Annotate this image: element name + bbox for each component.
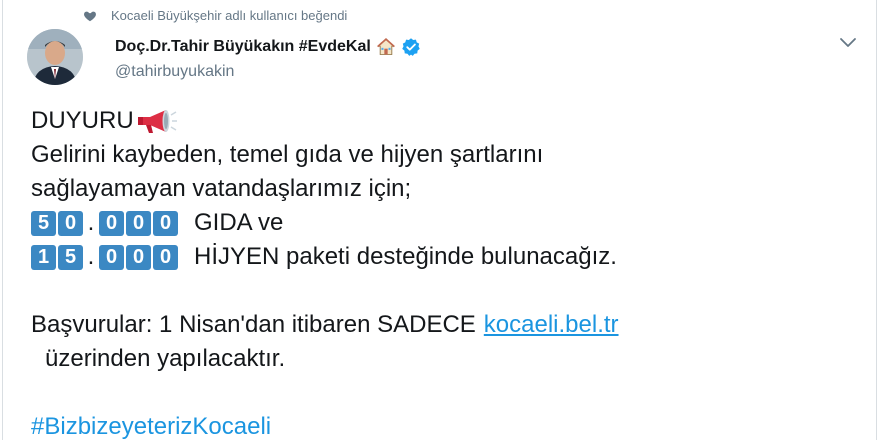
author-block: Doç.Dr.Tahir Büyükakın #EvdeKal @tahirbu… bbox=[115, 37, 421, 81]
keycap-digit: 0 bbox=[99, 210, 124, 236]
application-line: Başvurular: 1 Nisan'dan itibaren SADECE … bbox=[31, 308, 619, 342]
application-line-2: üzerinden yapılacaktır. bbox=[45, 345, 286, 372]
food-number-line: 5 0 . 0 0 0 GIDA ve bbox=[31, 206, 619, 240]
thousands-separator: . bbox=[87, 209, 95, 236]
keycap-digit: 0 bbox=[58, 210, 83, 236]
heart-icon bbox=[84, 11, 96, 21]
author-display-name[interactable]: Doç.Dr.Tahir Büyükakın #EvdeKal bbox=[115, 38, 371, 56]
social-context: Kocaeli Büyükşehir adlı kullanıcı beğend… bbox=[83, 8, 347, 23]
keycap-digit: 5 bbox=[31, 210, 56, 236]
keycap-number-50000: 5 0 . 0 0 0 bbox=[31, 209, 180, 236]
keycap-digit: 0 bbox=[99, 244, 124, 270]
text-line-3: sağlayamayan vatandaşlarımız için; bbox=[31, 175, 412, 202]
tweet-text: DUYURU Gelirini kaybeden, temel gıda ve … bbox=[31, 104, 619, 444]
application-text: Başvurular: 1 Nisan'dan itibaren SADECE bbox=[31, 311, 476, 338]
author-name-row: Doç.Dr.Tahir Büyükakın #EvdeKal bbox=[115, 37, 421, 57]
announcement-line: DUYURU bbox=[31, 104, 619, 138]
verified-icon bbox=[402, 38, 420, 56]
avatar-image bbox=[27, 29, 83, 85]
chevron-down-icon[interactable] bbox=[838, 36, 858, 50]
keycap-digit: 1 bbox=[31, 244, 56, 270]
keycap-digit: 0 bbox=[153, 210, 178, 236]
hygiene-text: HİJYEN paketi desteğinde bulunacağız. bbox=[194, 243, 617, 270]
hashtag-line: #BizbizeyeterizKocaeli bbox=[31, 410, 619, 444]
tweet-card: Kocaeli Büyükşehir adlı kullanıcı beğend… bbox=[2, 0, 877, 440]
megaphone-icon bbox=[137, 110, 177, 133]
hygiene-number-line: 1 5 . 0 0 0 HİJYEN paketi desteğinde bul… bbox=[31, 240, 619, 274]
hashtag-link[interactable]: #BizbizeyeterizKocaeli bbox=[31, 410, 271, 444]
website-link[interactable]: kocaeli.bel.tr bbox=[484, 308, 619, 342]
social-context-text[interactable]: Kocaeli Büyükşehir adlı kullanıcı beğend… bbox=[111, 8, 347, 23]
text-line-2: Gelirini kaybeden, temel gıda ve hijyen … bbox=[31, 141, 544, 168]
keycap-digit: 0 bbox=[126, 210, 151, 236]
food-text: GIDA ve bbox=[194, 209, 284, 236]
announcement-label: DUYURU bbox=[31, 107, 134, 134]
thousands-separator: . bbox=[87, 243, 95, 270]
avatar[interactable] bbox=[27, 29, 83, 85]
keycap-digit: 0 bbox=[153, 244, 178, 270]
house-icon bbox=[376, 37, 395, 55]
author-handle[interactable]: @tahirbuyukakin bbox=[115, 63, 421, 81]
keycap-digit: 5 bbox=[58, 244, 83, 270]
keycap-number-15000: 1 5 . 0 0 0 bbox=[31, 243, 180, 270]
keycap-digit: 0 bbox=[126, 244, 151, 270]
